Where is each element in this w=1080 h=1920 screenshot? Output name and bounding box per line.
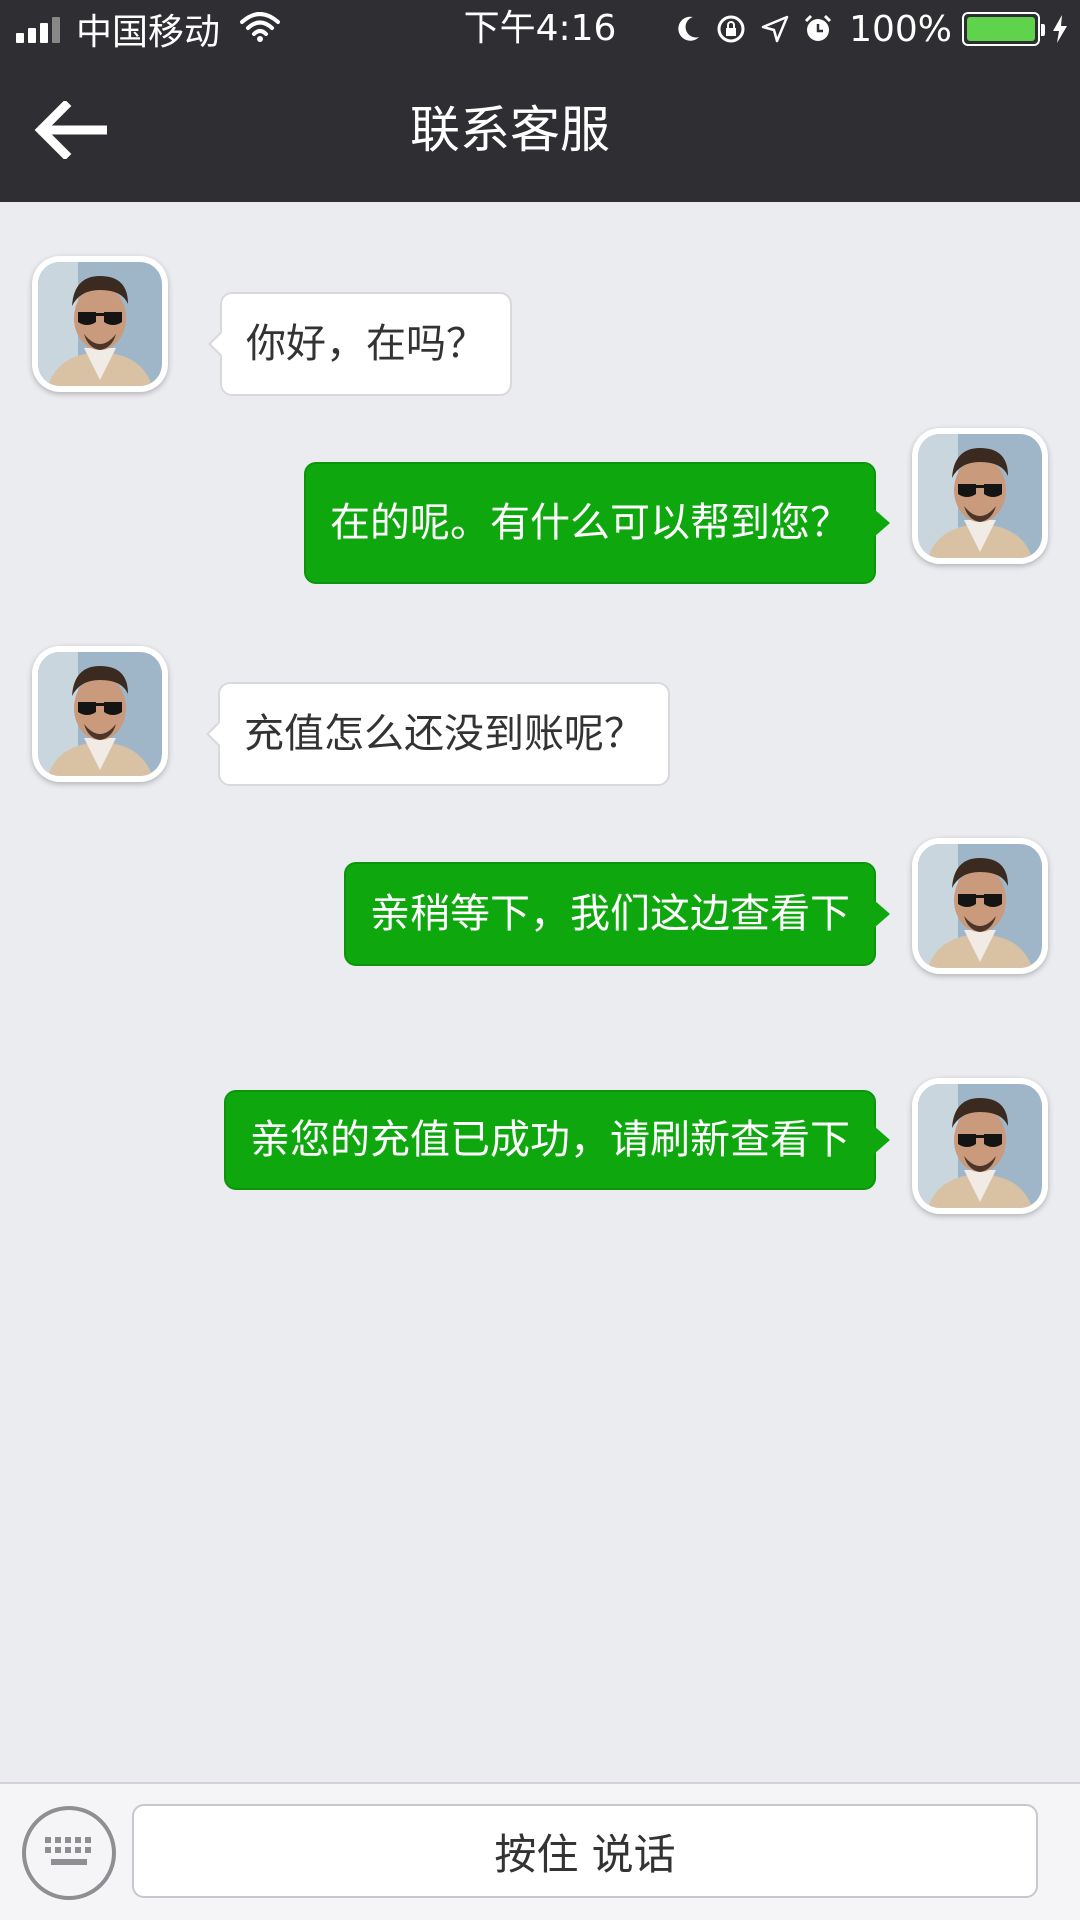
hold-to-talk-label: 按住 说话 — [494, 1829, 676, 1879]
message-bubble-incoming[interactable]: 你好，在吗？ — [208, 292, 512, 396]
location-icon — [761, 15, 789, 43]
chat-area: 你好，在吗？ 在的呢。有什么可以帮到您？ 充值怎么还没到账呢？ 亲稍等下，我们这… — [0, 202, 1080, 1782]
battery-percent: 100% — [849, 8, 952, 50]
avatar[interactable] — [32, 256, 168, 392]
message-bubble-outgoing[interactable]: 亲您的充值已成功，请刷新查看下 — [224, 1090, 890, 1190]
alarm-icon — [803, 14, 833, 44]
message-bubble-outgoing[interactable]: 亲稍等下，我们这边查看下 — [344, 862, 890, 966]
moon-icon — [675, 15, 701, 43]
keyboard-icon — [45, 1837, 91, 1865]
rotation-lock-icon — [715, 13, 747, 45]
nav-bar: 联系客服 — [0, 58, 1080, 202]
page-title: 联系客服 — [410, 101, 610, 159]
battery-icon — [962, 12, 1045, 46]
input-bar: 按住 说话 — [0, 1782, 1080, 1920]
hold-to-talk-button[interactable]: 按住 说话 — [132, 1804, 1038, 1898]
charging-icon — [1052, 15, 1068, 43]
avatar[interactable] — [912, 1078, 1048, 1214]
message-text: 亲您的充值已成功，请刷新查看下 — [250, 1117, 850, 1163]
message-bubble-incoming[interactable]: 充值怎么还没到账呢？ — [206, 682, 670, 786]
status-bar: 中国移动 下午4:16 100% — [0, 0, 1080, 58]
avatar[interactable] — [912, 838, 1048, 974]
message-text: 在的呢。有什么可以帮到您？ — [330, 500, 850, 546]
message-bubble-outgoing[interactable]: 在的呢。有什么可以帮到您？ — [304, 462, 890, 584]
avatar[interactable] — [912, 428, 1048, 564]
keyboard-toggle-button[interactable] — [22, 1806, 116, 1900]
status-right: 100% — [661, 6, 1068, 52]
message-text: 亲稍等下，我们这边查看下 — [370, 891, 850, 937]
avatar[interactable] — [32, 646, 168, 782]
message-text: 你好，在吗？ — [246, 321, 486, 367]
message-text: 充值怎么还没到账呢？ — [244, 711, 644, 757]
